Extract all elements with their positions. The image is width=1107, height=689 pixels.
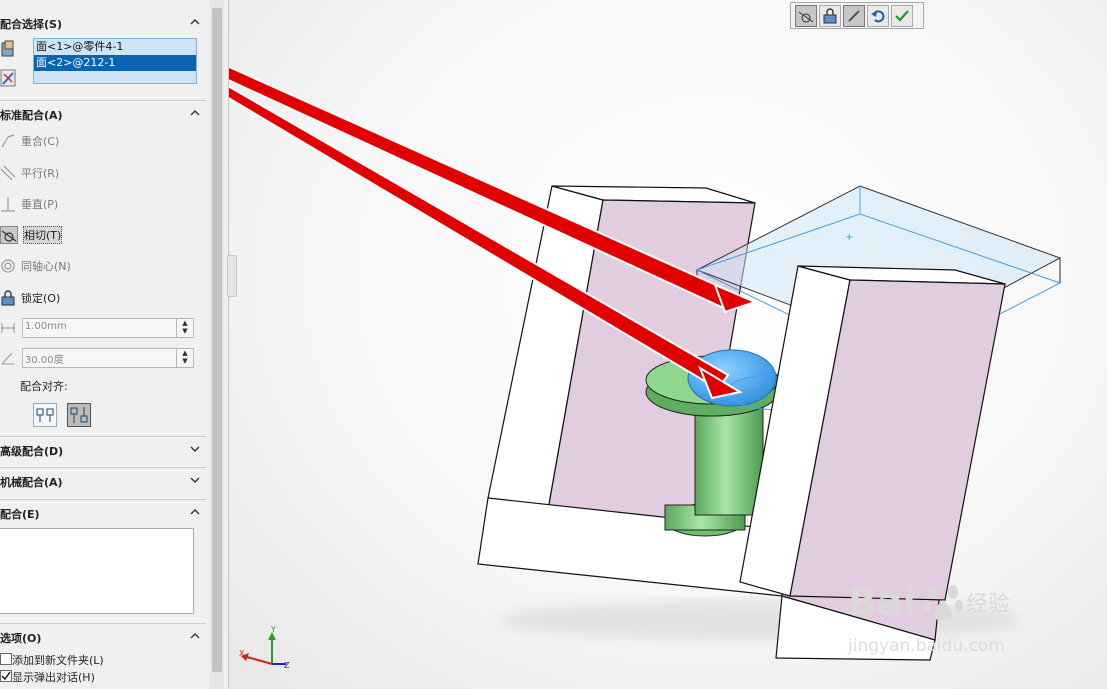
coincident-icon	[0, 133, 16, 149]
mate-option-tangent[interactable]: 相切(T)	[0, 224, 63, 246]
chevron-up-icon[interactable]	[188, 506, 202, 520]
angle-stepper[interactable]: ▲ ▼	[176, 349, 193, 367]
mate-entities-icon	[0, 40, 16, 60]
section-mechanical-mates[interactable]: 机械配合(A)	[0, 471, 206, 493]
alignment-label: 配合对齐:	[20, 380, 68, 393]
tangent-icon	[798, 11, 814, 22]
baidu-watermark: Bai 经验 jingyan.baidu.com	[848, 580, 1068, 660]
flip-alignment-button[interactable]	[843, 4, 865, 27]
chevron-down-icon[interactable]	[188, 474, 202, 488]
chevron-up-icon[interactable]	[188, 107, 202, 121]
selection-item-active[interactable]: 面<2>@212-1	[34, 55, 196, 71]
angle-input[interactable]: 30.00度 ▲ ▼	[22, 348, 194, 368]
flip-alignment-icon	[848, 9, 860, 22]
lock-mate-button[interactable]	[819, 4, 841, 27]
perpendicular-icon	[0, 196, 16, 212]
tangent-icon	[0, 226, 18, 244]
mate-option-lock[interactable]: 锁定(O)	[0, 287, 60, 309]
show-popup-checkbox[interactable]	[0, 670, 12, 682]
angle-value: 30.00度	[25, 355, 64, 366]
section-standard-mates-title: 标准配合(A)	[0, 109, 63, 122]
clear-selection-icon[interactable]	[0, 68, 16, 88]
watermark-brand: Bai	[848, 580, 916, 624]
baidu-paw-icon	[923, 585, 963, 621]
add-to-folder-checkbox[interactable]	[0, 653, 12, 665]
mate-option-label: 平行(R)	[21, 167, 60, 180]
parallel-icon	[0, 165, 16, 181]
mate-option-label: 同轴心(N)	[21, 260, 71, 273]
add-to-folder-label: 添加到新文件夹(L)	[12, 654, 104, 667]
mate-option-coincident[interactable]: 重合(C)	[0, 130, 59, 152]
svg-text:X: X	[239, 649, 245, 658]
mate-selection-list[interactable]: 面<1>@零件4-1 面<2>@212-1	[33, 38, 197, 84]
callout-arrow	[229, 65, 758, 314]
distance-icon	[0, 320, 16, 336]
chevron-up-icon[interactable]	[188, 16, 202, 30]
svg-text:Z: Z	[284, 661, 290, 670]
section-options[interactable]: 选项(O)	[0, 627, 206, 649]
distance-value: 1.00mm	[25, 321, 67, 332]
section-options-title: 选项(O)	[0, 632, 42, 645]
section-mate-selection-title: 配合选择(S)	[0, 18, 62, 31]
lock-icon	[823, 7, 837, 23]
divider	[0, 467, 206, 468]
coordinate-triad-icon: Y X Z	[239, 625, 290, 670]
graphics-viewport[interactable]: + Y X Z Bai 经验 jingyan.baidu.com	[229, 0, 1107, 689]
anti-aligned-icon	[70, 407, 88, 423]
section-mechanical-mates-title: 机械配合(A)	[0, 476, 63, 489]
svg-text:Y: Y	[270, 625, 276, 634]
svg-text:+: +	[845, 232, 853, 243]
undo-icon	[871, 9, 885, 22]
section-advanced-mates[interactable]: 高级配合(D)	[0, 440, 206, 462]
tangent-mate-button[interactable]	[795, 4, 817, 27]
watermark-url: jingyan.baidu.com	[848, 636, 1005, 656]
chevron-up-icon[interactable]	[188, 630, 202, 644]
mate-option-label: 相切(T)	[23, 226, 63, 244]
mate-option-label: 重合(C)	[21, 135, 60, 148]
section-standard-mates[interactable]: 标准配合(A)	[0, 104, 206, 126]
divider	[0, 436, 206, 437]
panel-scrollbar-thumb[interactable]	[212, 8, 222, 672]
angle-icon	[0, 350, 16, 366]
mate-property-panel: 配合选择(S) 面<1>@零件4-1 面<2>@212-1 标准配合(A) 重合…	[0, 0, 229, 689]
aligned-icon	[36, 408, 54, 422]
concentric-icon	[0, 258, 16, 274]
panel-collapse-handle[interactable]	[227, 255, 237, 297]
mate-popup-toolbar	[790, 2, 924, 29]
chevron-down-icon[interactable]	[188, 443, 202, 457]
show-popup-label: 显示弹出对话(H)	[12, 671, 95, 684]
distance-stepper[interactable]: ▲ ▼	[176, 319, 193, 337]
mate-option-parallel[interactable]: 平行(R)	[0, 162, 59, 184]
section-mates-title: 配合(E)	[0, 508, 40, 521]
section-mate-selection[interactable]: 配合选择(S)	[0, 13, 206, 35]
divider	[0, 100, 206, 101]
mate-option-label: 锁定(O)	[21, 292, 61, 305]
shaft-cylinder	[694, 404, 764, 516]
divider	[0, 499, 206, 500]
undo-button[interactable]	[867, 4, 889, 27]
checkmark-icon	[1, 671, 11, 681]
selection-item[interactable]: 面<1>@零件4-1	[34, 39, 196, 55]
aligned-button[interactable]	[33, 403, 57, 427]
mate-option-perpendicular[interactable]: 垂直(P)	[0, 193, 58, 215]
lock-icon	[0, 290, 16, 306]
mate-option-label: 垂直(P)	[21, 198, 59, 211]
watermark-brand-cn: 经验	[966, 592, 1011, 617]
section-mates[interactable]: 配合(E)	[0, 503, 206, 525]
divider	[0, 623, 206, 624]
anti-aligned-button[interactable]	[67, 403, 91, 427]
confirm-button[interactable]	[891, 4, 913, 27]
distance-input[interactable]: 1.00mm ▲ ▼	[22, 318, 194, 338]
mates-list[interactable]	[0, 528, 194, 614]
section-advanced-mates-title: 高级配合(D)	[0, 445, 64, 458]
checkmark-icon	[895, 9, 909, 22]
mate-option-concentric[interactable]: 同轴心(N)	[0, 255, 71, 277]
